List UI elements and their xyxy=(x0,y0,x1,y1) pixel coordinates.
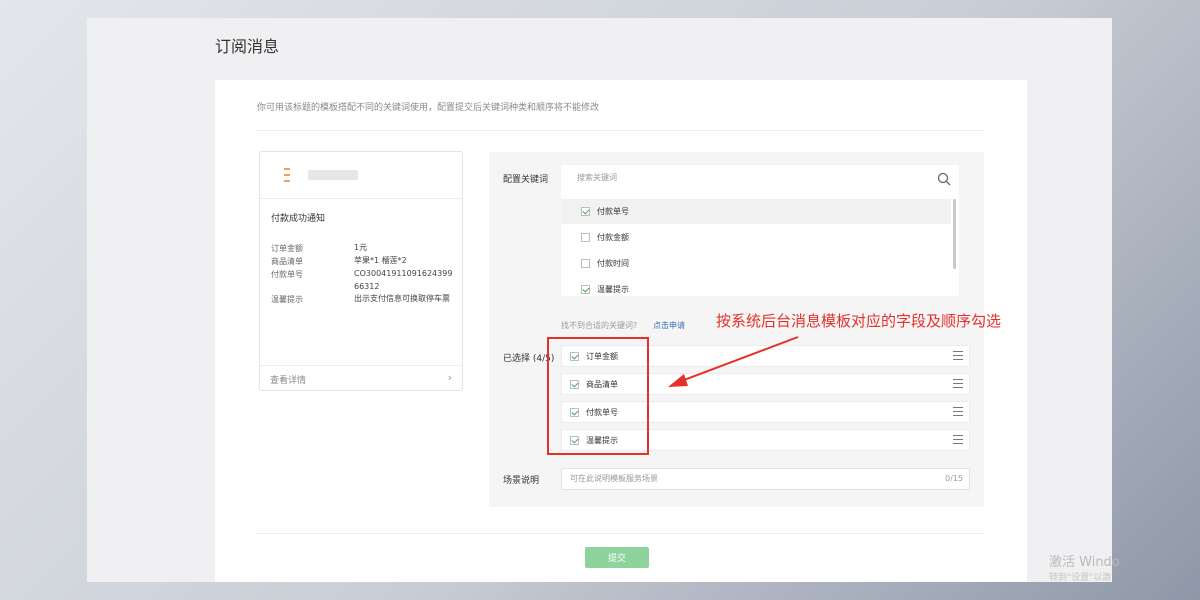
content-card: 你可用该标题的模板搭配不同的关键词使用，配置提交后关键词种类和顺序将不能修改 付… xyxy=(215,80,1027,582)
preview-row-value: 出示支付信息可换取停车票 xyxy=(354,294,450,303)
keywords-label: 配置关键词 xyxy=(503,175,549,185)
submit-button[interactable]: 提交 xyxy=(585,547,649,568)
keyword-item[interactable]: 温馨提示 xyxy=(561,277,951,302)
preview-header xyxy=(260,152,462,199)
annotation-highlight-box xyxy=(547,337,649,455)
keyword-hint: 找不到合适的关键词? xyxy=(561,321,638,330)
page-container: 订阅消息 你可用该标题的模板搭配不同的关键词使用，配置提交后关键词种类和顺序将不… xyxy=(87,18,1112,582)
annotation-text: 按系统后台消息模板对应的字段及顺序勾选 xyxy=(716,312,1002,330)
keyword-label: 付款单号 xyxy=(597,207,629,216)
preview-row-label: 温馨提示 xyxy=(271,295,303,304)
preview-row-label: 订单金额 xyxy=(271,244,303,253)
scene-label: 场景说明 xyxy=(503,476,540,486)
preview-row-label: 付款单号 xyxy=(271,270,303,279)
scene-field: 0/15 xyxy=(561,468,970,490)
message-preview-card: 付款成功通知 订单金额 1元 商品清单 苹果*1 榴莲*2 付款单号 CO300… xyxy=(259,151,463,391)
search-icon[interactable] xyxy=(937,172,951,186)
checkbox-checked[interactable] xyxy=(581,207,590,216)
scene-description-input[interactable] xyxy=(568,473,912,484)
keyword-list-scrollbar[interactable] xyxy=(953,199,956,269)
divider xyxy=(257,533,985,534)
preview-title: 付款成功通知 xyxy=(271,214,326,224)
checkbox-checked[interactable] xyxy=(581,285,590,294)
preview-row-label: 商品清单 xyxy=(271,257,303,266)
view-details-link[interactable]: 查看详情 › xyxy=(260,365,462,390)
drag-handle-icon[interactable] xyxy=(953,407,963,416)
config-tip: 你可用该标题的模板搭配不同的关键词使用，配置提交后关键词种类和顺序将不能修改 xyxy=(257,103,600,113)
preview-row-value: 苹果*1 榴莲*2 xyxy=(354,256,407,265)
keyword-item[interactable]: 付款金额 xyxy=(561,225,951,250)
chevron-right-icon: › xyxy=(447,371,452,384)
watermark-line: 激活 Windo xyxy=(1049,555,1120,570)
divider xyxy=(257,130,985,131)
keyword-search-input[interactable] xyxy=(575,172,919,183)
app-logo-icon xyxy=(284,168,294,184)
preview-row-value: CO3004191109162439966312 xyxy=(354,269,453,291)
view-details-label: 查看详情 xyxy=(270,376,307,386)
preview-row-value: 1元 xyxy=(354,243,368,252)
checkbox[interactable] xyxy=(581,233,590,242)
keyword-item[interactable]: 付款时间 xyxy=(561,251,951,276)
app-name-blurred xyxy=(308,170,358,180)
drag-handle-icon[interactable] xyxy=(953,351,963,360)
keyword-search xyxy=(561,165,959,194)
scene-char-count: 0/15 xyxy=(945,474,963,483)
drag-handle-icon[interactable] xyxy=(953,435,963,444)
keyword-item[interactable]: 付款单号 xyxy=(561,199,951,224)
apply-keyword-link[interactable]: 点击申请 xyxy=(653,320,685,331)
drag-handle-icon[interactable] xyxy=(953,379,963,388)
keyword-label: 付款时间 xyxy=(597,259,629,268)
keyword-label: 付款金额 xyxy=(597,233,629,242)
keyword-label: 温馨提示 xyxy=(597,285,629,294)
keyword-list: 付款单号 付款金额 付款时间 温馨提示 xyxy=(561,193,959,296)
watermark-line: 转到"设置"以激 xyxy=(1049,573,1112,583)
page-title: 订阅消息 xyxy=(215,37,280,56)
checkbox[interactable] xyxy=(581,259,590,268)
